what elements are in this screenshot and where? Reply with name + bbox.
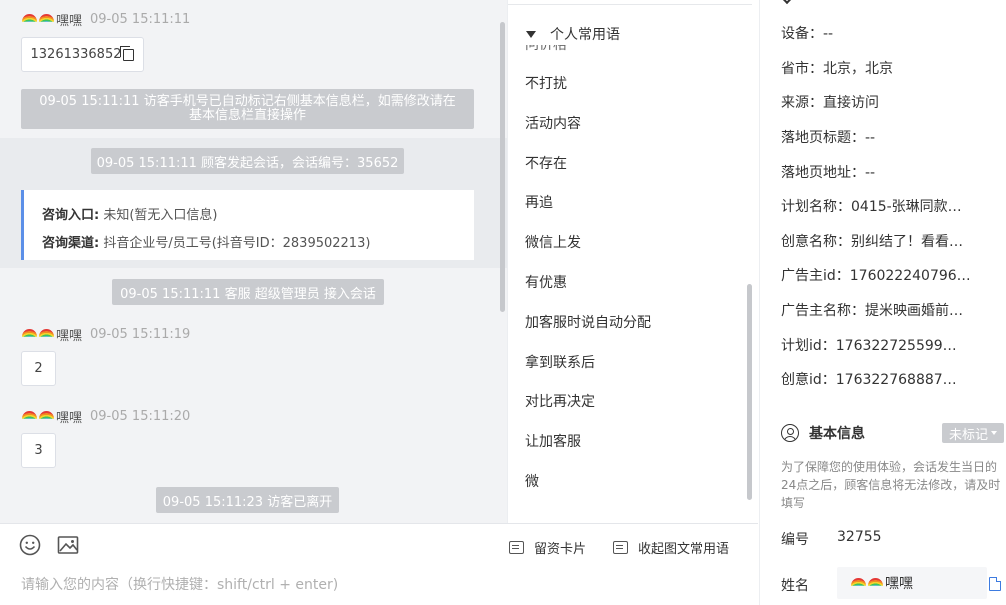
image-icon[interactable] <box>57 534 79 556</box>
message-text: 3 <box>34 443 43 458</box>
consult-entry-value: 未知(暂无入口信息) <box>103 208 218 223</box>
system-notice: 09-05 15:11:23 访客已离开 <box>156 487 339 513</box>
basic-info-note: 为了保障您的使用体验，会话发生当日的24点之后，顾客信息将无法修改，请及时填写 <box>781 460 1001 510</box>
chat-scrollbar[interactable] <box>500 22 505 312</box>
edit-document-icon[interactable] <box>989 577 1001 591</box>
basic-info-header: 基本信息 <box>781 423 865 443</box>
consult-info-card: 咨询入口: 未知(暂无入口信息) 咨询渠道: 抖音企业号/员工号(抖音号ID：2… <box>21 190 474 260</box>
emoji-icon[interactable] <box>19 534 41 556</box>
system-notice-text: 09-05 15:11:11 访客手机号已自动标记右侧基本信息栏，如需修改请在基… <box>39 94 456 123</box>
phrase-item[interactable]: 微 <box>525 471 539 491</box>
visitor-info-panel: 设备：-- 省市：北京，北京 来源：直接访问 落地页标题：-- 落地页地址：--… <box>759 0 1006 605</box>
message-text: 2 <box>34 361 43 376</box>
divider <box>508 4 752 5</box>
consult-channel-value: 抖音企业号/员工号(抖音号ID：2839502213) <box>103 236 371 251</box>
phrase-item[interactable]: 不打扰 <box>525 73 567 93</box>
phrase-item[interactable]: 加客服时说自动分配 <box>525 312 651 332</box>
message-time: 09-05 15:11:11 <box>90 11 191 27</box>
copy-icon[interactable] <box>120 45 135 61</box>
lead-card-button[interactable]: 留资卡片 <box>509 538 586 557</box>
number-label: 编号 <box>781 532 809 548</box>
message-time: 09-05 15:11:20 <box>90 408 191 424</box>
message-header: 嘿嘿 09-05 15:11:20 <box>22 407 191 426</box>
info-region: 省市：北京，北京 <box>781 61 893 77</box>
message-bubble[interactable]: 3 <box>21 433 56 468</box>
rainbow-emoji-icon <box>39 12 54 27</box>
chat-panel: 嘿嘿 09-05 15:11:11 13261336852 09-05 15:1… <box>0 0 507 523</box>
consult-entry-row: 咨询入口: 未知(暂无入口信息) <box>42 202 474 230</box>
collapse-phrases-label: 收起图文常用语 <box>638 542 730 557</box>
consult-entry-label: 咨询入口: <box>42 208 100 223</box>
message-text: 13261336852 <box>30 47 122 62</box>
rainbow-emoji-icon <box>22 409 37 424</box>
visitor-name: 嘿嘿 <box>56 410 83 426</box>
phrases-group-header[interactable]: 个人常用语 <box>526 24 620 44</box>
message-icon <box>613 541 628 554</box>
phrase-item[interactable]: 对比再决定 <box>525 391 595 411</box>
phrase-item[interactable]: 活动内容 <box>525 113 581 133</box>
phrase-item[interactable]: 让加客服 <box>525 431 581 451</box>
caret-down-icon <box>991 431 997 435</box>
mark-status-dropdown[interactable]: 未标记 <box>942 423 1004 443</box>
phrase-item[interactable]: 有优惠 <box>525 272 567 292</box>
info-creative-name: 创意名称：别纠结了！看看… <box>781 234 963 250</box>
info-landing-url: 落地页地址：-- <box>781 165 876 181</box>
triangle-down-icon <box>526 30 536 38</box>
phrase-item[interactable]: 拿到联系后 <box>525 352 595 372</box>
basic-info-title: 基本信息 <box>809 426 865 442</box>
message-input-area: 留资卡片 收起图文常用语 请输入您的内容（换行快捷键：shift/ctrl + … <box>0 523 758 605</box>
number-value: 32755 <box>837 529 882 545</box>
info-device: 设备：-- <box>781 26 834 42</box>
mark-status-label: 未标记 <box>948 427 988 443</box>
info-source: 来源：直接访问 <box>781 95 879 111</box>
message-bubble[interactable]: 2 <box>21 351 56 386</box>
system-notice-text: 09-05 15:11:23 访客已离开 <box>162 494 333 510</box>
system-notice: 09-05 15:11:11 顾客发起会话，会话编号：35652 <box>91 148 404 174</box>
info-plan-id: 计划id：176322725599… <box>781 338 957 354</box>
message-time: 09-05 15:11:19 <box>90 326 191 342</box>
rainbow-emoji-icon <box>22 327 37 342</box>
message-header: 嘿嘿 09-05 15:11:11 <box>22 10 191 29</box>
rainbow-emoji-icon <box>851 576 866 591</box>
system-notice-text: 09-05 15:11:11 顾客发起会话，会话编号：35652 <box>96 155 399 171</box>
phrases-scrollbar[interactable] <box>747 284 752 500</box>
rainbow-emoji-icon <box>868 576 883 591</box>
message-input[interactable]: 请输入您的内容（换行快捷键：shift/ctrl + enter) <box>21 574 338 594</box>
lead-card-label: 留资卡片 <box>534 542 587 557</box>
consult-channel-label: 咨询渠道: <box>42 236 100 251</box>
name-field[interactable]: 嘿嘿 <box>837 567 987 599</box>
visitor-name: 嘿嘿 <box>56 13 83 29</box>
visitor-name: 嘿嘿 <box>56 328 83 344</box>
user-circle-icon <box>781 424 799 442</box>
rainbow-emoji-icon <box>39 409 54 424</box>
name-value: 嘿嘿 <box>885 576 913 592</box>
chevron-down-icon[interactable] <box>779 0 795 5</box>
name-label: 姓名 <box>781 578 809 594</box>
info-plan-name: 计划名称：0415-张琳同款… <box>781 199 962 215</box>
system-notice-text: 09-05 15:11:11 客服 超级管理员 接入会话 <box>120 286 376 302</box>
system-notice: 09-05 15:11:11 访客手机号已自动标记右侧基本信息栏，如需修改请在基… <box>21 89 474 129</box>
system-notice: 09-05 15:11:11 客服 超级管理员 接入会话 <box>112 279 384 305</box>
phrase-item[interactable]: 不存在 <box>525 153 567 173</box>
info-advertiser-name: 广告主名称：提米映画婚前… <box>781 303 963 319</box>
info-landing-title: 落地页标题：-- <box>781 130 876 146</box>
info-advertiser-id: 广告主id：176022240796… <box>781 268 971 284</box>
phrase-item[interactable]: 微信上发 <box>525 232 581 252</box>
common-phrases-panel: 问价格 个人常用语 不打扰 活动内容 不存在 再追 微信上发 有优惠 加客服时说… <box>507 0 758 523</box>
message-header: 嘿嘿 09-05 15:11:19 <box>22 325 191 344</box>
phrase-item[interactable]: 再追 <box>525 192 553 212</box>
collapse-phrases-button[interactable]: 收起图文常用语 <box>613 538 729 557</box>
rainbow-emoji-icon <box>22 12 37 27</box>
card-icon <box>509 541 524 554</box>
phrases-group-title: 个人常用语 <box>550 27 620 43</box>
rainbow-emoji-icon <box>39 327 54 342</box>
info-creative-id: 创意id：176322768887… <box>781 372 957 388</box>
message-bubble[interactable]: 13261336852 <box>21 37 144 72</box>
consult-channel-row: 咨询渠道: 抖音企业号/员工号(抖音号ID：2839502213) <box>42 230 474 258</box>
